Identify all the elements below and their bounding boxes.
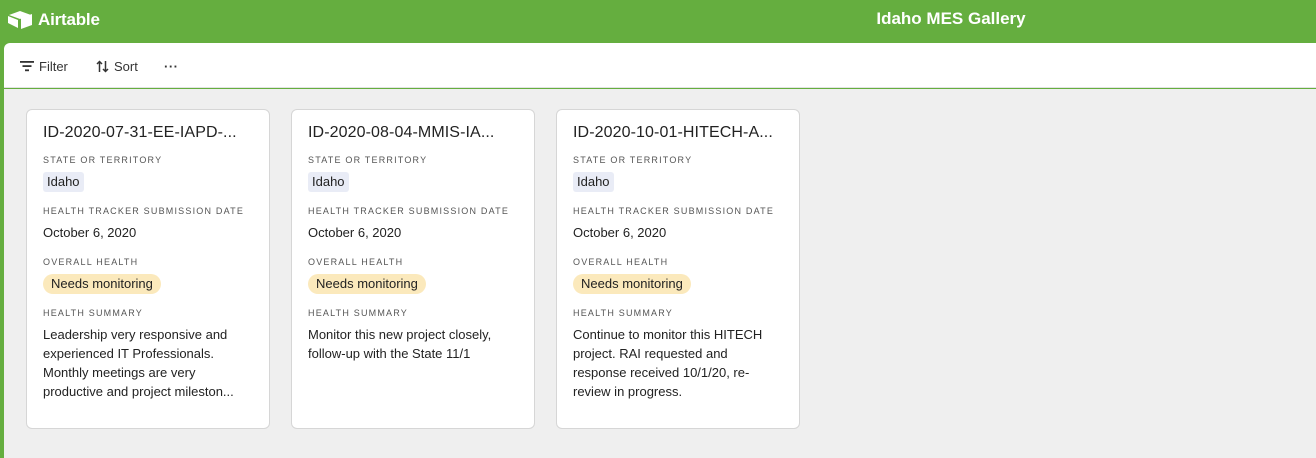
state-label: STATE OR TERRITORY (573, 155, 693, 165)
submission-date: October 6, 2020 (43, 225, 137, 240)
more-icon: ··· (164, 58, 179, 74)
health-summary: Continue to monitor this HITECH project.… (573, 327, 763, 399)
date-label: HEALTH TRACKER SUBMISSION DATE (573, 206, 775, 216)
submission-date: October 6, 2020 (308, 225, 402, 240)
record-card[interactable]: ID-2020-08-04-MMIS-IA... STATE OR TERRIT… (291, 109, 535, 429)
gallery-content: ID-2020-07-31-EE-IAPD-... STATE OR TERRI… (4, 89, 1316, 458)
view-toolbar: Filter Sort ··· (4, 43, 1316, 88)
summary-label: HEALTH SUMMARY (43, 308, 143, 318)
sort-label: Sort (114, 58, 138, 74)
health-chip: Needs monitoring (573, 274, 691, 294)
card-title: ID-2020-10-01-HITECH-A... (573, 124, 773, 141)
health-chip: Needs monitoring (43, 274, 161, 294)
filter-button[interactable]: Filter (20, 56, 68, 76)
state-chip: Idaho (308, 172, 349, 192)
sort-button[interactable]: Sort (96, 56, 138, 76)
health-summary: Leadership very responsive and experienc… (43, 327, 234, 399)
state-chip: Idaho (43, 172, 84, 192)
record-card[interactable]: ID-2020-10-01-HITECH-A... STATE OR TERRI… (556, 109, 800, 429)
health-summary: Monitor this new project closely, follow… (308, 327, 492, 361)
filter-label: Filter (39, 58, 68, 74)
summary-label: HEALTH SUMMARY (308, 308, 408, 318)
health-label: OVERALL HEALTH (573, 257, 669, 267)
more-options-button[interactable]: ··· (164, 56, 179, 76)
summary-label: HEALTH SUMMARY (573, 308, 673, 318)
sort-icon (96, 59, 109, 73)
date-label: HEALTH TRACKER SUBMISSION DATE (308, 206, 510, 216)
health-label: OVERALL HEALTH (43, 257, 139, 267)
record-card[interactable]: ID-2020-07-31-EE-IAPD-... STATE OR TERRI… (26, 109, 270, 429)
health-label: OVERALL HEALTH (308, 257, 404, 267)
date-label: HEALTH TRACKER SUBMISSION DATE (43, 206, 245, 216)
top-bar: Airtable Idaho MES Gallery (0, 0, 1316, 40)
state-chip: Idaho (573, 172, 614, 192)
page-title: Idaho MES Gallery (876, 9, 1026, 28)
card-title: ID-2020-08-04-MMIS-IA... (308, 124, 495, 141)
state-label: STATE OR TERRITORY (43, 155, 163, 165)
state-label: STATE OR TERRITORY (308, 155, 428, 165)
submission-date: October 6, 2020 (573, 225, 667, 240)
card-title: ID-2020-07-31-EE-IAPD-... (43, 124, 237, 141)
health-chip: Needs monitoring (308, 274, 426, 294)
filter-icon (20, 61, 34, 72)
